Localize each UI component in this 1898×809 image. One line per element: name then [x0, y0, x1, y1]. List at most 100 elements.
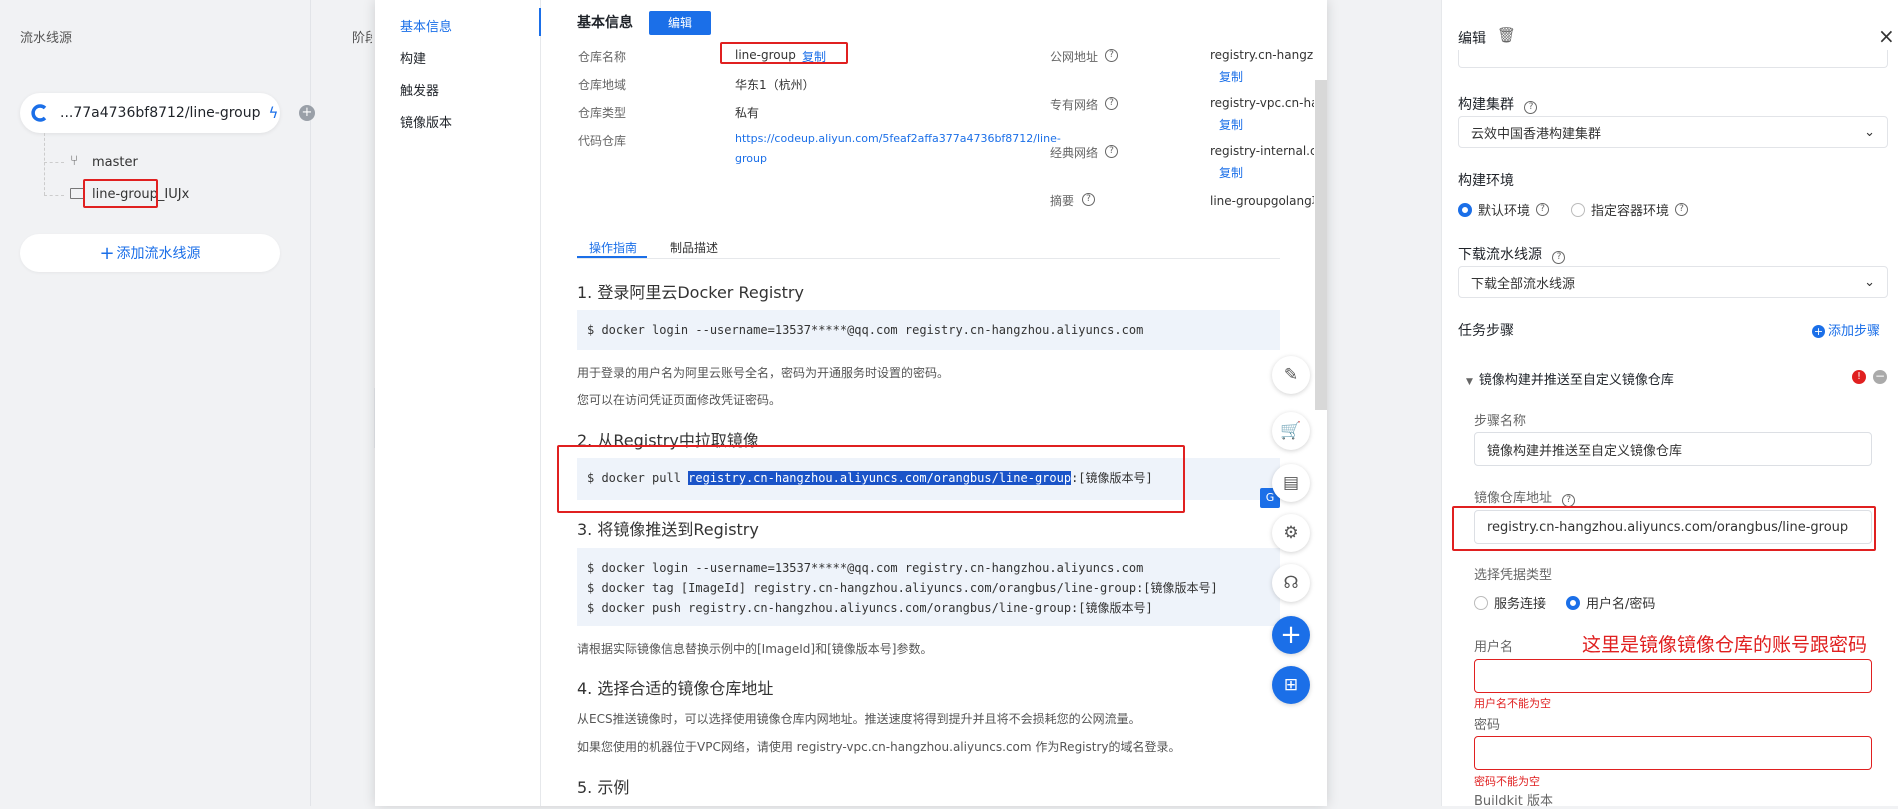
nav-basic-info[interactable]: 基本信息: [400, 16, 452, 35]
highlight-box: [557, 445, 1185, 513]
step-header[interactable]: ▼ 镜像构建并推送至自定义镜像仓库: [1466, 369, 1674, 388]
plus-circle-icon: +: [1812, 325, 1825, 338]
help-icon[interactable]: ?: [1675, 203, 1689, 216]
apps-grid-icon[interactable]: ⊞: [1272, 666, 1310, 704]
env-radio-group: 默认环境? 指定容器环境?: [1458, 200, 1689, 219]
divider: [310, 0, 311, 806]
add-plus-icon[interactable]: +: [1272, 616, 1310, 654]
detail-content: 基本信息 编辑 仓库名称 line-group 复制 仓库地域 华东1（杭州） …: [542, 0, 1314, 806]
step1-note: 您可以在访问凭证页面修改凭证密码。: [577, 393, 782, 407]
env-container-radio[interactable]: 指定容器环境?: [1571, 200, 1689, 219]
tab-guide[interactable]: 操作指南: [589, 239, 637, 256]
step3-note: 请根据实际镜像信息替换示例中的[ImageId]和[镜像版本号]参数。: [577, 642, 933, 656]
copy-link[interactable]: 复制: [1219, 164, 1243, 181]
section-title: 流水线源: [20, 31, 73, 46]
nav-trigger[interactable]: 触发器: [400, 80, 439, 99]
region-value: 华东1（杭州）: [735, 78, 815, 92]
step-title: 镜像构建并推送至自定义镜像仓库: [1478, 373, 1674, 388]
username-label: 用户名: [1474, 640, 1514, 655]
buildkit-label: Buildkit 版本: [1474, 794, 1554, 809]
password-input[interactable]: [1474, 736, 1872, 770]
top-field-remnant: [1458, 50, 1888, 68]
tab-description[interactable]: 制品描述: [670, 239, 718, 256]
add-pipeline-source-button[interactable]: + 添加流水线源: [20, 234, 280, 272]
cluster-select[interactable]: 云效中国香港构建集群 ⌄: [1458, 116, 1888, 148]
copy-link[interactable]: 复制: [1219, 116, 1243, 133]
nav-image-version[interactable]: 镜像版本: [400, 112, 452, 131]
headset-icon[interactable]: ☊: [1272, 564, 1310, 602]
type-value: 私有: [735, 106, 760, 120]
step4-note: 从ECS推送镜像时，可以选择使用镜像仓库内网地址。推送速度将得到提升并且将不会损…: [577, 712, 1141, 726]
help-icon[interactable]: ?: [1105, 49, 1118, 62]
cred-service-radio[interactable]: 服务连接: [1474, 593, 1546, 612]
section-header: 基本信息: [577, 15, 633, 31]
stage-title: 阶段: [352, 31, 372, 46]
cluster-label: 构建集群 ?: [1458, 94, 1538, 114]
highlight-box: [1452, 506, 1876, 551]
tree-line: [44, 162, 64, 163]
trigger-icon[interactable]: ϟ: [269, 104, 279, 122]
password-label: 密码: [1474, 718, 1501, 733]
step4-title: 4. 选择合适的镜像仓库地址: [577, 679, 774, 698]
step1-title: 1. 登录阿里云Docker Registry: [577, 283, 804, 302]
cred-radio-group: 服务连接 用户名/密码: [1474, 593, 1655, 612]
help-icon[interactable]: ?: [1552, 251, 1566, 264]
classic-network-value: registry-internal.cn: [1210, 144, 1314, 158]
type-label: 仓库类型: [578, 106, 627, 120]
tab-active-bar: [577, 256, 647, 258]
username-input[interactable]: [1474, 659, 1872, 693]
settings-gear-icon[interactable]: ⚙: [1272, 514, 1310, 552]
close-icon[interactable]: ×: [1878, 24, 1895, 48]
nav-active-bar: [539, 8, 541, 36]
help-icon[interactable]: ?: [1536, 203, 1550, 216]
nav-build[interactable]: 构建: [400, 48, 426, 67]
edit-button[interactable]: 编辑: [649, 11, 711, 35]
password-error: 密码不能为空: [1474, 775, 1540, 788]
public-address-label: 公网地址: [1050, 50, 1099, 64]
step-name-input[interactable]: 镜像构建并推送至自定义镜像仓库: [1474, 432, 1872, 466]
add-step-button[interactable]: + 添加步骤: [1812, 320, 1880, 339]
step3-code[interactable]: $ docker login --username=13537*****@qq.…: [577, 548, 1280, 626]
step1-code[interactable]: $ docker login --username=13537*****@qq.…: [577, 310, 1280, 350]
step-edit-panel: 编辑 🗑 × 构建集群 ? 云效中国香港构建集群 ⌄ 构建环境 默认环境? 指定容…: [1441, 0, 1898, 809]
summary-label: 摘要: [1050, 194, 1075, 208]
region-label: 仓库地域: [578, 78, 627, 92]
chevron-down-icon: ⌄: [1864, 274, 1875, 290]
download-select[interactable]: 下载全部流水线源 ⌄: [1458, 266, 1888, 298]
detail-nav: 基本信息 构建 触发器 镜像版本: [375, 0, 541, 806]
help-icon[interactable]: ?: [1105, 97, 1118, 110]
help-icon[interactable]: ?: [1524, 101, 1538, 114]
highlight-box: [720, 42, 848, 64]
cluster-value: 云效中国香港构建集群: [1471, 126, 1602, 142]
branch-icon: ⑂: [70, 153, 79, 169]
cart-icon[interactable]: 🛒: [1272, 412, 1310, 450]
tree-line: [44, 133, 45, 195]
edit-pen-icon[interactable]: ✎: [1272, 356, 1310, 394]
code-repo-label: 代码仓库: [578, 134, 627, 148]
help-icon[interactable]: ?: [1105, 145, 1118, 158]
cred-type-label: 选择凭据类型: [1474, 568, 1553, 583]
download-value: 下载全部流水线源: [1471, 276, 1576, 292]
pipeline-source-card[interactable]: ...77a4736bf8712/line-group ϟ: [20, 93, 280, 133]
add-stage-button[interactable]: +: [299, 105, 315, 121]
scrollbar[interactable]: [1315, 80, 1327, 410]
vpc-label: 专有网络: [1050, 98, 1099, 112]
env-label: 构建环境: [1458, 173, 1514, 189]
code-repo-link-cont[interactable]: group: [735, 152, 767, 165]
codeup-logo-icon: [30, 103, 50, 123]
code-repo-link[interactable]: https://codeup.aliyun.com/5feaf2affa377a…: [735, 132, 1061, 145]
env-default-radio[interactable]: 默认环境?: [1458, 200, 1550, 219]
copy-link[interactable]: 复制: [1219, 68, 1243, 85]
classic-network-label: 经典网络: [1050, 146, 1099, 160]
repo-address-label: 镜像仓库地址 ?: [1474, 487, 1576, 507]
branch-name: master: [92, 155, 138, 170]
help-icon[interactable]: ?: [1082, 193, 1095, 206]
trash-icon[interactable]: 🗑: [1497, 26, 1516, 44]
step-name-label: 步骤名称: [1474, 414, 1527, 429]
cred-userpass-radio[interactable]: 用户名/密码: [1566, 593, 1655, 612]
caret-down-icon: ▼: [1466, 377, 1473, 387]
highlight-box: [83, 179, 158, 208]
remove-step-icon[interactable]: −: [1873, 370, 1887, 384]
document-icon[interactable]: ▤: [1272, 464, 1310, 502]
download-label: 下载流水线源 ?: [1458, 244, 1566, 264]
